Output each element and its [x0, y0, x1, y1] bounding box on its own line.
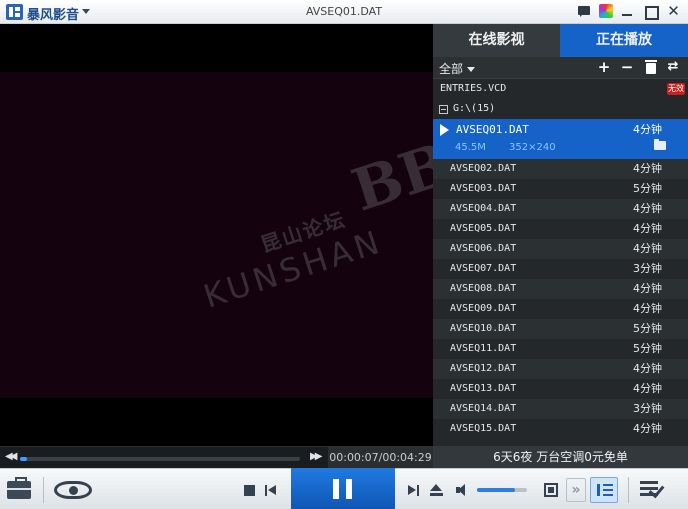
divider — [43, 477, 44, 503]
control-bar: » — [0, 468, 688, 509]
toolbox-icon[interactable] — [7, 477, 31, 499]
playlist-panel: 在线影视 正在播放 全部 + − ⇄ ENTRIES.VCD 无效 G:\(15… — [433, 24, 688, 468]
seek-bar-fill — [20, 457, 28, 461]
trash-icon[interactable] — [643, 59, 659, 75]
panel-tabs: 在线影视 正在播放 — [433, 24, 688, 57]
checklist-icon[interactable] — [640, 481, 666, 499]
list-item[interactable]: AVSEQ13.DAT 4分钟 — [433, 379, 688, 399]
list-item[interactable]: AVSEQ04.DAT 4分钟 — [433, 199, 688, 219]
tab-now-playing[interactable]: 正在播放 — [560, 24, 688, 57]
feedback-icon[interactable] — [576, 3, 593, 20]
volume-icon[interactable] — [456, 484, 470, 496]
maximize-button[interactable] — [642, 3, 659, 20]
tab-online-video[interactable]: 在线影视 — [433, 24, 560, 57]
stop-button[interactable] — [244, 485, 255, 496]
list-item[interactable]: AVSEQ12.DAT 4分钟 — [433, 359, 688, 379]
filter-dropdown[interactable]: 全部 — [439, 60, 476, 77]
list-item[interactable]: AVSEQ10.DAT 5分钟 — [433, 319, 688, 339]
list-item[interactable]: AVSEQ11.DAT 5分钟 — [433, 339, 688, 359]
playlist-toggle-button[interactable] — [590, 477, 618, 503]
playlist-toolbar: 全部 + − ⇄ — [433, 57, 688, 79]
playlist: ENTRIES.VCD 无效 G:\(15) AVSEQ01.DAT 4分钟 4… — [433, 79, 688, 446]
progress-row: ◀◀ ▶▶ 00:00:07/00:04:29 — [0, 446, 433, 469]
add-icon[interactable]: + — [596, 59, 612, 75]
list-item[interactable]: AVSEQ07.DAT 3分钟 — [433, 259, 688, 279]
seek-bar[interactable] — [20, 457, 300, 461]
collapse-icon[interactable] — [439, 105, 448, 114]
rewind-icon[interactable]: ◀◀ — [5, 451, 18, 462]
watermark: 昆山论坛 KUNSHAN BBS — [198, 116, 499, 316]
list-item[interactable]: AVSEQ15.DAT 4分钟 — [433, 419, 688, 439]
video-frame[interactable]: 昆山论坛 KUNSHAN BBS — [0, 72, 499, 398]
expand-chevron-icon[interactable]: » — [566, 478, 586, 502]
close-button[interactable]: ✕ — [665, 3, 682, 20]
remove-icon[interactable]: − — [619, 59, 635, 75]
divider — [628, 477, 629, 503]
previous-button[interactable] — [265, 485, 276, 496]
eject-button[interactable] — [430, 484, 443, 496]
chevron-down-icon — [467, 67, 476, 72]
list-item[interactable]: AVSEQ06.DAT 4分钟 — [433, 239, 688, 259]
volume-slider[interactable] — [477, 488, 527, 492]
list-item[interactable]: AVSEQ14.DAT 3分钟 — [433, 399, 688, 419]
invalid-badge: 无效 — [667, 83, 685, 95]
list-item[interactable]: AVSEQ05.DAT 4分钟 — [433, 219, 688, 239]
volume-fill — [477, 488, 515, 492]
ad-banner[interactable]: 6天6夜 万台空调0元免单 — [433, 446, 688, 468]
fullscreen-button[interactable] — [544, 483, 558, 497]
list-item[interactable]: AVSEQ09.DAT 4分钟 — [433, 299, 688, 319]
loop-mode-icon[interactable]: ⇄ — [665, 59, 681, 75]
list-item[interactable]: ENTRIES.VCD 无效 — [433, 79, 688, 99]
list-item[interactable]: AVSEQ08.DAT 4分钟 — [433, 279, 688, 299]
current-item[interactable]: AVSEQ01.DAT 4分钟 45.5M 352×240 — [433, 119, 688, 159]
next-button[interactable] — [408, 485, 419, 496]
video-area[interactable]: 昆山论坛 KUNSHAN BBS — [0, 24, 499, 446]
minimize-button[interactable] — [619, 3, 636, 20]
eye-icon[interactable] — [54, 481, 92, 499]
playing-icon — [440, 124, 449, 136]
title-bar: 暴风影音 AVSEQ01.DAT ✕ — [0, 0, 688, 24]
window-controls: ✕ — [576, 3, 682, 20]
folder-item[interactable]: G:\(15) — [433, 99, 688, 119]
list-item[interactable]: AVSEQ02.DAT 4分钟 — [433, 159, 688, 179]
pause-button[interactable] — [291, 468, 395, 509]
time-display: 00:00:07/00:04:29 — [328, 447, 433, 469]
open-folder-icon[interactable] — [654, 139, 666, 150]
skin-color-icon[interactable] — [599, 4, 613, 18]
list-item[interactable]: AVSEQ03.DAT 5分钟 — [433, 179, 688, 199]
fast-forward-icon[interactable]: ▶▶ — [310, 451, 323, 462]
